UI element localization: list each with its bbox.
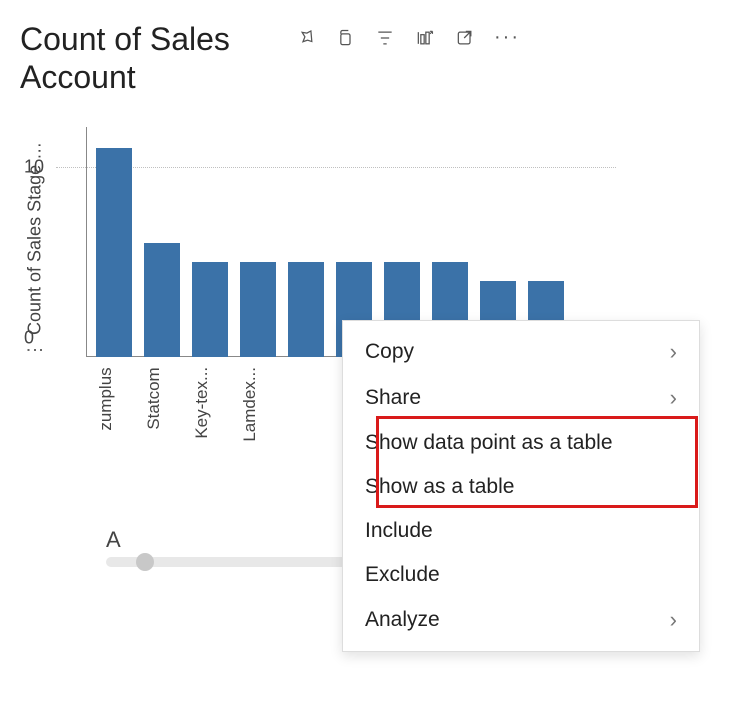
x-axis-label: A	[106, 527, 121, 553]
menu-share[interactable]: Share ›	[343, 375, 699, 421]
bar-key-tex[interactable]	[192, 262, 228, 357]
cat-label: Statcom	[144, 367, 180, 442]
bar-lamdex[interactable]	[240, 262, 276, 357]
chevron-right-icon: ›	[670, 385, 677, 411]
scrollbar-thumb[interactable]	[136, 553, 154, 571]
y-tick-10: 10	[24, 156, 44, 177]
menu-exclude[interactable]: Exclude	[343, 553, 699, 597]
cat-label: Key-tex...	[192, 367, 228, 442]
bar-statcom[interactable]	[144, 243, 180, 357]
menu-show-as-table[interactable]: Show as a table	[343, 465, 699, 509]
menu-label: Analyze	[365, 608, 440, 632]
bar-zumplus[interactable]	[96, 148, 132, 357]
cat-label	[288, 367, 324, 442]
menu-label: Include	[365, 519, 433, 543]
page-title: Count of Sales Account	[20, 20, 280, 97]
copy-icon[interactable]	[334, 27, 356, 49]
pin-icon[interactable]	[294, 27, 316, 49]
context-menu: Copy › Share › Show data point as a tabl…	[342, 320, 700, 652]
chevron-right-icon: ›	[670, 339, 677, 365]
menu-copy[interactable]: Copy ›	[343, 329, 699, 375]
bar-5[interactable]	[288, 262, 324, 357]
menu-label: Exclude	[365, 563, 440, 587]
menu-label: Show as a table	[365, 475, 514, 499]
export-icon[interactable]	[454, 27, 476, 49]
cat-label: zumplus	[96, 367, 132, 442]
cat-label: Lamdex...	[240, 367, 276, 442]
menu-label: Show data point as a table	[365, 431, 613, 455]
more-options-icon[interactable]: ···	[494, 26, 520, 49]
menu-label: Copy	[365, 340, 414, 364]
chevron-right-icon: ›	[670, 607, 677, 633]
filter-icon[interactable]	[374, 27, 396, 49]
y-axis	[86, 127, 87, 357]
menu-label: Share	[365, 386, 421, 410]
menu-include[interactable]: Include	[343, 509, 699, 553]
visual-toolbar: ···	[294, 20, 520, 49]
y-tick-0: 0	[24, 327, 34, 348]
horizontal-scrollbar[interactable]	[106, 557, 366, 567]
menu-show-data-point[interactable]: Show data point as a table	[343, 421, 699, 465]
menu-analyze[interactable]: Analyze ›	[343, 597, 699, 643]
focus-mode-icon[interactable]	[414, 27, 436, 49]
